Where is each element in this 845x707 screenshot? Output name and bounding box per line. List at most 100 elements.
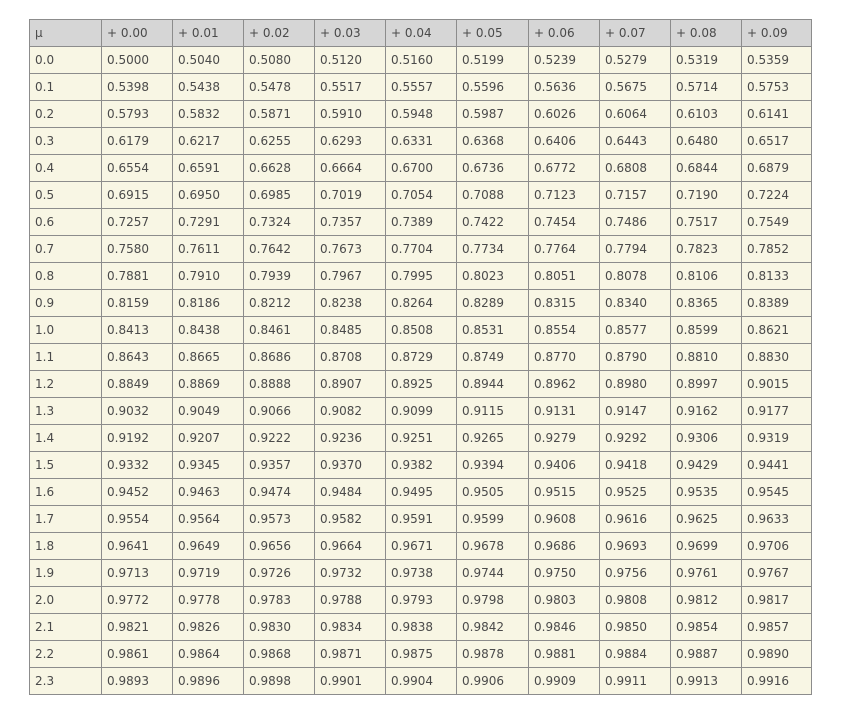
probability-cell: 0.9850 [599, 613, 671, 641]
probability-cell: 0.9767 [741, 559, 812, 587]
probability-cell: 0.6628 [243, 154, 315, 182]
probability-cell: 0.9616 [599, 505, 671, 533]
probability-cell: 0.9573 [243, 505, 315, 533]
table-row: 1.6 0.9452 0.9463 0.9474 0.9484 0.9495 0.9505 0… [29, 478, 812, 506]
probability-cell: 0.9793 [385, 586, 457, 614]
row-label-cell: 2.2 [29, 640, 102, 668]
table-row: 0.5 0.6915 0.6950 0.6985 0.7019 0.7054 0.7088 0… [29, 181, 812, 209]
probability-cell: 0.9761 [670, 559, 742, 587]
probability-cell: 0.9916 [741, 667, 812, 695]
probability-cell: 0.6844 [670, 154, 742, 182]
probability-cell: 0.9474 [243, 478, 315, 506]
row-label-cell: 1.4 [29, 424, 102, 452]
probability-cell: 0.8133 [741, 262, 812, 290]
probability-cell: 0.9732 [314, 559, 386, 587]
probability-cell: 0.7389 [385, 208, 457, 236]
row-label-cell: 1.0 [29, 316, 102, 344]
probability-cell: 0.9484 [314, 478, 386, 506]
probability-cell: 0.5319 [670, 46, 742, 74]
probability-cell: 0.8790 [599, 343, 671, 371]
probability-cell: 0.9706 [741, 532, 812, 560]
probability-cell: 0.9370 [314, 451, 386, 479]
table-row: 1.5 0.9332 0.9345 0.9357 0.9370 0.9382 0.9394 0… [29, 451, 812, 479]
probability-cell: 0.9834 [314, 613, 386, 641]
probability-cell: 0.6368 [456, 127, 529, 155]
row-label-cell: 0.1 [29, 73, 102, 101]
standard-normal-table: μ + 0.00 + 0.01 + 0.02 + 0.03 + 0.04 + 0.05 + 0… [29, 19, 812, 695]
probability-cell: 0.9750 [528, 559, 600, 587]
probability-cell: 0.9846 [528, 613, 600, 641]
probability-cell: 0.7852 [741, 235, 812, 263]
table-row: 1.1 0.8643 0.8665 0.8686 0.8708 0.8729 0.8749 0… [29, 343, 812, 371]
probability-cell: 0.9131 [528, 397, 600, 425]
row-label-cell: 0.6 [29, 208, 102, 236]
probability-cell: 0.6480 [670, 127, 742, 155]
probability-cell: 0.9641 [101, 532, 173, 560]
table-row: 0.0 0.5000 0.5040 0.5080 0.5120 0.5160 0.5199 0… [29, 46, 812, 74]
probability-cell: 0.9898 [243, 667, 315, 695]
table-row: 2.0 0.9772 0.9778 0.9783 0.9788 0.9793 0.9798 0… [29, 586, 812, 614]
probability-cell: 0.8186 [172, 289, 244, 317]
probability-cell: 0.9838 [385, 613, 457, 641]
probability-cell: 0.8315 [528, 289, 600, 317]
probability-cell: 0.6591 [172, 154, 244, 182]
table-row: 1.2 0.8849 0.8869 0.8888 0.8907 0.8925 0.8944 0… [29, 370, 812, 398]
probability-cell: 0.7881 [101, 262, 173, 290]
table-row: 0.2 0.5793 0.5832 0.5871 0.5910 0.5948 0.5987 0… [29, 100, 812, 128]
z-table-container: μ + 0.00 + 0.01 + 0.02 + 0.03 + 0.04 + 0.05 + 0… [29, 19, 812, 695]
probability-cell: 0.9778 [172, 586, 244, 614]
probability-cell: 0.9887 [670, 640, 742, 668]
probability-cell: 0.9671 [385, 532, 457, 560]
probability-cell: 0.6700 [385, 154, 457, 182]
probability-cell: 0.7054 [385, 181, 457, 209]
probability-cell: 0.9306 [670, 424, 742, 452]
probability-cell: 0.9817 [741, 586, 812, 614]
probability-cell: 0.8708 [314, 343, 386, 371]
probability-cell: 0.8869 [172, 370, 244, 398]
probability-cell: 0.8508 [385, 316, 457, 344]
probability-cell: 0.8810 [670, 343, 742, 371]
row-label-cell: 1.8 [29, 532, 102, 560]
probability-cell: 0.6064 [599, 100, 671, 128]
probability-cell: 0.6141 [741, 100, 812, 128]
probability-cell: 0.9868 [243, 640, 315, 668]
probability-cell: 0.9678 [456, 532, 529, 560]
probability-cell: 0.9881 [528, 640, 600, 668]
probability-cell: 0.9649 [172, 532, 244, 560]
probability-cell: 0.7123 [528, 181, 600, 209]
probability-cell: 0.8830 [741, 343, 812, 371]
probability-cell: 0.8643 [101, 343, 173, 371]
probability-cell: 0.7357 [314, 208, 386, 236]
probability-cell: 0.9066 [243, 397, 315, 425]
probability-cell: 0.9812 [670, 586, 742, 614]
probability-cell: 0.6103 [670, 100, 742, 128]
probability-cell: 0.8485 [314, 316, 386, 344]
probability-cell: 0.9633 [741, 505, 812, 533]
probability-cell: 0.9357 [243, 451, 315, 479]
probability-cell: 0.9505 [456, 478, 529, 506]
probability-cell: 0.9884 [599, 640, 671, 668]
probability-cell: 0.8686 [243, 343, 315, 371]
probability-cell: 0.8461 [243, 316, 315, 344]
probability-cell: 0.9192 [101, 424, 173, 452]
probability-cell: 0.6736 [456, 154, 529, 182]
probability-cell: 0.9756 [599, 559, 671, 587]
probability-cell: 0.5753 [741, 73, 812, 101]
probability-cell: 0.9744 [456, 559, 529, 587]
probability-cell: 0.6255 [243, 127, 315, 155]
probability-cell: 0.9452 [101, 478, 173, 506]
header-cell-mu: μ [29, 19, 102, 47]
probability-cell: 0.9726 [243, 559, 315, 587]
probability-cell: 0.8888 [243, 370, 315, 398]
probability-cell: 0.9713 [101, 559, 173, 587]
probability-cell: 0.8438 [172, 316, 244, 344]
probability-cell: 0.6985 [243, 181, 315, 209]
probability-cell: 0.9545 [741, 478, 812, 506]
probability-cell: 0.7823 [670, 235, 742, 263]
probability-cell: 0.8665 [172, 343, 244, 371]
probability-cell: 0.7764 [528, 235, 600, 263]
probability-cell: 0.9535 [670, 478, 742, 506]
probability-cell: 0.9177 [741, 397, 812, 425]
table-row: 0.6 0.7257 0.7291 0.7324 0.7357 0.7389 0.7422 0… [29, 208, 812, 236]
probability-cell: 0.5987 [456, 100, 529, 128]
